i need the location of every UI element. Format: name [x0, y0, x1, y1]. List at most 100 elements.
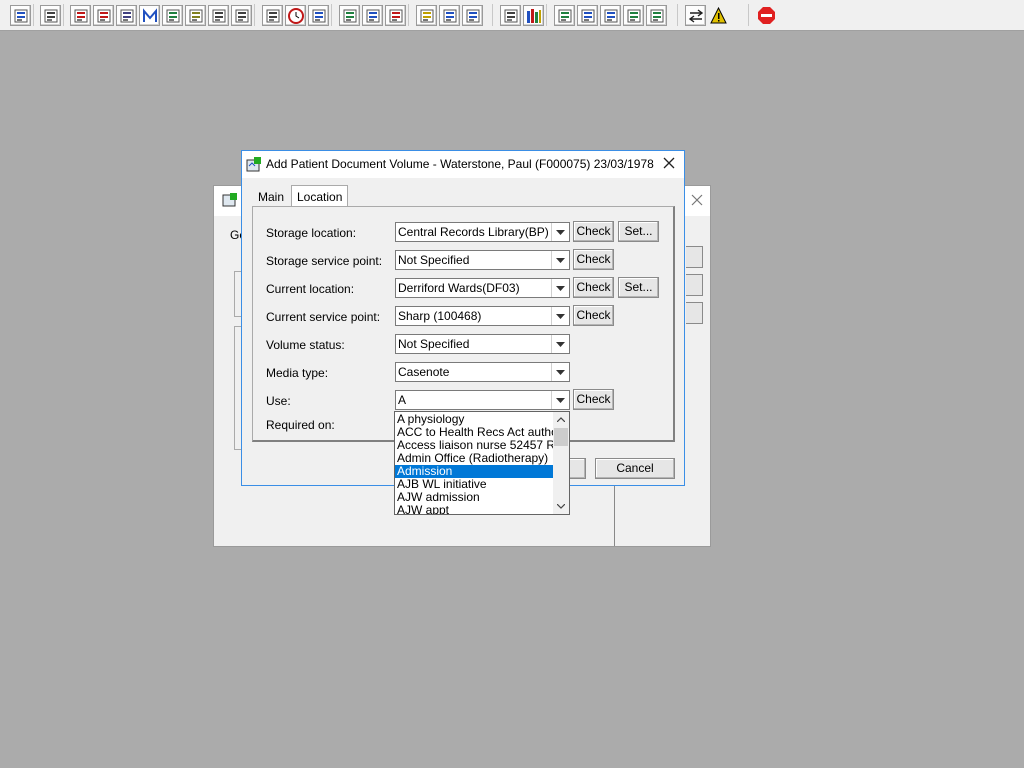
cancel-button[interactable]: Cancel	[595, 458, 675, 479]
check-storage-service-point-button[interactable]: Check	[573, 249, 614, 270]
note-toolbar-button[interactable]	[416, 5, 437, 26]
dropdown-scrollbar[interactable]	[553, 412, 569, 514]
search-document-toolbar-button[interactable]	[262, 5, 283, 26]
monitor-toolbar-button[interactable]	[308, 5, 329, 26]
media-type-label: Media type:	[266, 366, 329, 380]
clock-toolbar-button[interactable]	[285, 5, 306, 26]
notepad-icon	[189, 9, 203, 23]
user-tool-icon	[14, 9, 28, 23]
page-toolbar-button[interactable]	[500, 5, 521, 26]
network-toolbar-button[interactable]	[646, 5, 667, 26]
edit-toolbar-button[interactable]	[93, 5, 114, 26]
image-card-toolbar-button[interactable]	[339, 5, 360, 26]
chevron-down-icon[interactable]	[551, 251, 569, 269]
chevron-down-icon[interactable]	[551, 279, 569, 297]
dropdown-option[interactable]: A physiology	[395, 413, 553, 426]
red-book-toolbar-button[interactable]	[70, 5, 91, 26]
ambulance-toolbar-button[interactable]	[462, 5, 483, 26]
printer-toolbar-button[interactable]	[40, 5, 61, 26]
user-tool-toolbar-button[interactable]	[10, 5, 31, 26]
main-toolbar	[0, 0, 1024, 31]
check-current-location-button[interactable]: Check	[573, 277, 614, 298]
transfer-toolbar-button[interactable]	[623, 5, 644, 26]
current-location-label: Current location:	[266, 282, 355, 296]
swap-arrows-icon	[688, 9, 704, 23]
close-icon[interactable]	[690, 193, 704, 207]
message-toolbar-button[interactable]	[577, 5, 598, 26]
chevron-down-icon[interactable]	[551, 335, 569, 353]
chevron-down-icon[interactable]	[551, 307, 569, 325]
dropdown-option[interactable]: AJW appt	[395, 504, 553, 514]
person-toolbar-button[interactable]	[162, 5, 183, 26]
current-service-point-label: Current service point:	[266, 310, 381, 324]
close-icon[interactable]	[662, 156, 676, 170]
dropdown-option[interactable]: AJW admission	[395, 491, 553, 504]
monitor-icon	[312, 9, 326, 23]
use-dropdown-list[interactable]: A physiologyACC to Health Recs Act autho…	[394, 411, 570, 515]
tab-location[interactable]: Location	[291, 185, 349, 207]
chevron-down-icon[interactable]	[551, 363, 569, 381]
dropdown-option[interactable]: ACC to Health Recs Act authorisation	[395, 426, 553, 439]
toolbar-separator	[677, 4, 678, 26]
form-icon	[366, 9, 380, 23]
globe-toolbar-button[interactable]	[554, 5, 575, 26]
form-toolbar-button[interactable]	[362, 5, 383, 26]
checkmark-icon	[604, 9, 618, 23]
chevron-down-icon[interactable]	[551, 391, 569, 409]
checkmark-toolbar-button[interactable]	[600, 5, 621, 26]
bed-toolbar-button[interactable]	[439, 5, 460, 26]
warning-toolbar-button[interactable]	[708, 5, 729, 26]
use-label: Use:	[266, 394, 291, 408]
dropdown-option[interactable]: Admission	[395, 465, 553, 478]
exit-toolbar-button[interactable]	[756, 5, 777, 26]
contacts-toolbar-button[interactable]	[231, 5, 252, 26]
document-list-icon	[120, 9, 134, 23]
chevron-down-icon[interactable]	[557, 504, 565, 509]
toolbar-separator	[331, 4, 332, 26]
swap-arrows-toolbar-button[interactable]	[685, 5, 706, 26]
picture-toolbar-button[interactable]	[208, 5, 229, 26]
books-toolbar-button[interactable]	[523, 5, 544, 26]
set-storage-location-button[interactable]: Set...	[618, 221, 659, 242]
check-use-button[interactable]: Check	[573, 389, 614, 410]
edit-icon	[97, 9, 111, 23]
notepad-toolbar-button[interactable]	[185, 5, 206, 26]
toolbar-separator	[546, 4, 547, 26]
dropdown-option[interactable]: Access liaison nurse 52457 Renal	[395, 439, 553, 452]
side-button[interactable]	[686, 302, 703, 324]
use-combobox[interactable]: A	[395, 390, 570, 410]
chart-pie-toolbar-button[interactable]	[385, 5, 406, 26]
dropdown-option[interactable]: Admin Office (Radiotherapy)	[395, 452, 553, 465]
exit-icon	[758, 7, 775, 24]
chevron-up-icon[interactable]	[557, 417, 565, 422]
network-icon	[650, 9, 664, 23]
side-button[interactable]	[686, 274, 703, 296]
red-book-icon	[74, 9, 88, 23]
m-letter-toolbar-button[interactable]	[139, 5, 160, 26]
dialog-title: Add Patient Document Volume - Waterstone…	[266, 157, 654, 171]
storage-location-select[interactable]: Central Records Library(BP)	[395, 222, 570, 242]
current-service-point-select[interactable]: Sharp (100468)	[395, 306, 570, 326]
tab-main[interactable]: Main	[253, 186, 289, 207]
storage-service-point-select[interactable]: Not Specified	[395, 250, 570, 270]
dropdown-option[interactable]: AJB WL initiative	[395, 478, 553, 491]
document-list-toolbar-button[interactable]	[116, 5, 137, 26]
scrollbar-thumb[interactable]	[554, 428, 568, 446]
side-button[interactable]	[686, 246, 703, 268]
chevron-down-icon[interactable]	[551, 223, 569, 241]
storage-location-label: Storage location:	[266, 226, 357, 240]
set-current-location-button[interactable]: Set...	[618, 277, 659, 298]
check-current-service-point-button[interactable]: Check	[573, 305, 614, 326]
chart-pie-icon	[389, 9, 403, 23]
search-document-icon	[266, 9, 280, 23]
toolbar-separator	[254, 4, 255, 26]
check-storage-location-button[interactable]: Check	[573, 221, 614, 242]
person-icon	[166, 9, 180, 23]
use-input[interactable]: A	[398, 393, 406, 407]
media-type-select[interactable]: Casenote	[395, 362, 570, 382]
page-icon	[504, 9, 518, 23]
bed-icon	[443, 9, 457, 23]
toolbar-separator	[748, 4, 749, 26]
current-location-select[interactable]: Derriford Wards(DF03)	[395, 278, 570, 298]
volume-status-select[interactable]: Not Specified	[395, 334, 570, 354]
